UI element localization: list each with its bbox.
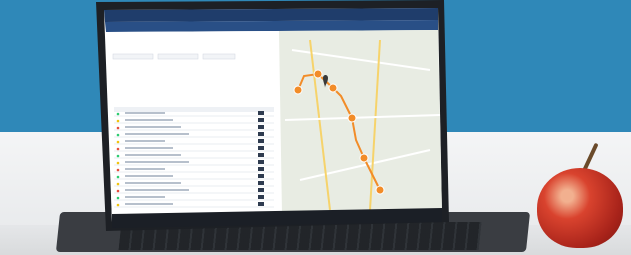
row-action-button[interactable] xyxy=(258,174,264,178)
date-input[interactable] xyxy=(157,53,199,60)
row-action-button[interactable] xyxy=(258,188,264,192)
row-action-button[interactable] xyxy=(258,153,264,157)
row-action-button[interactable] xyxy=(258,111,264,115)
row-text xyxy=(125,175,173,177)
table-header xyxy=(114,107,274,112)
row-text xyxy=(125,168,165,170)
row-text xyxy=(125,133,189,135)
status-dot-icon xyxy=(116,175,120,179)
row-text xyxy=(125,119,173,121)
status-dot-icon xyxy=(116,189,120,193)
row-text xyxy=(125,154,181,156)
row-text xyxy=(125,112,165,114)
status-dot-icon xyxy=(116,182,120,186)
status-dot-icon xyxy=(116,147,120,151)
row-text xyxy=(125,196,165,198)
row-action-button[interactable] xyxy=(258,139,264,143)
app-header xyxy=(104,8,438,22)
search-input[interactable] xyxy=(112,53,154,60)
status-dot-icon xyxy=(116,168,120,172)
row-text xyxy=(125,203,173,205)
route-marker[interactable] xyxy=(347,113,357,123)
status-dot-icon xyxy=(116,161,120,165)
map-view[interactable] xyxy=(279,30,442,214)
status-dot-icon xyxy=(116,203,120,207)
row-action-button[interactable] xyxy=(258,125,264,129)
row-text xyxy=(125,161,189,163)
row-action-button[interactable] xyxy=(258,167,264,171)
row-action-button[interactable] xyxy=(258,181,264,185)
route-marker[interactable] xyxy=(375,185,385,195)
row-text xyxy=(125,147,173,149)
status-dot-icon xyxy=(116,126,120,130)
status-dot-icon xyxy=(116,140,120,144)
laptop-screen xyxy=(96,0,449,231)
row-action-button[interactable] xyxy=(258,132,264,136)
status-dot-icon xyxy=(116,119,120,123)
app-navbar xyxy=(105,20,438,32)
status-dot-icon xyxy=(116,112,120,116)
apple xyxy=(537,168,623,248)
status-dot-icon xyxy=(116,196,120,200)
row-text xyxy=(125,182,181,184)
route-marker[interactable] xyxy=(313,69,323,79)
route-marker[interactable] xyxy=(328,83,338,93)
row-action-button[interactable] xyxy=(258,146,264,150)
row-text xyxy=(125,189,189,191)
photo-scene xyxy=(0,0,631,255)
route-marker[interactable] xyxy=(359,153,369,163)
status-dot-icon xyxy=(116,154,120,158)
row-text xyxy=(125,140,165,142)
status-dot-icon xyxy=(116,133,120,137)
filter-input[interactable] xyxy=(202,53,236,60)
row-action-button[interactable] xyxy=(258,195,264,199)
route-marker[interactable] xyxy=(293,85,303,95)
row-action-button[interactable] xyxy=(258,160,264,164)
row-text xyxy=(125,126,181,128)
row-action-button[interactable] xyxy=(258,202,264,206)
row-action-button[interactable] xyxy=(258,118,264,122)
